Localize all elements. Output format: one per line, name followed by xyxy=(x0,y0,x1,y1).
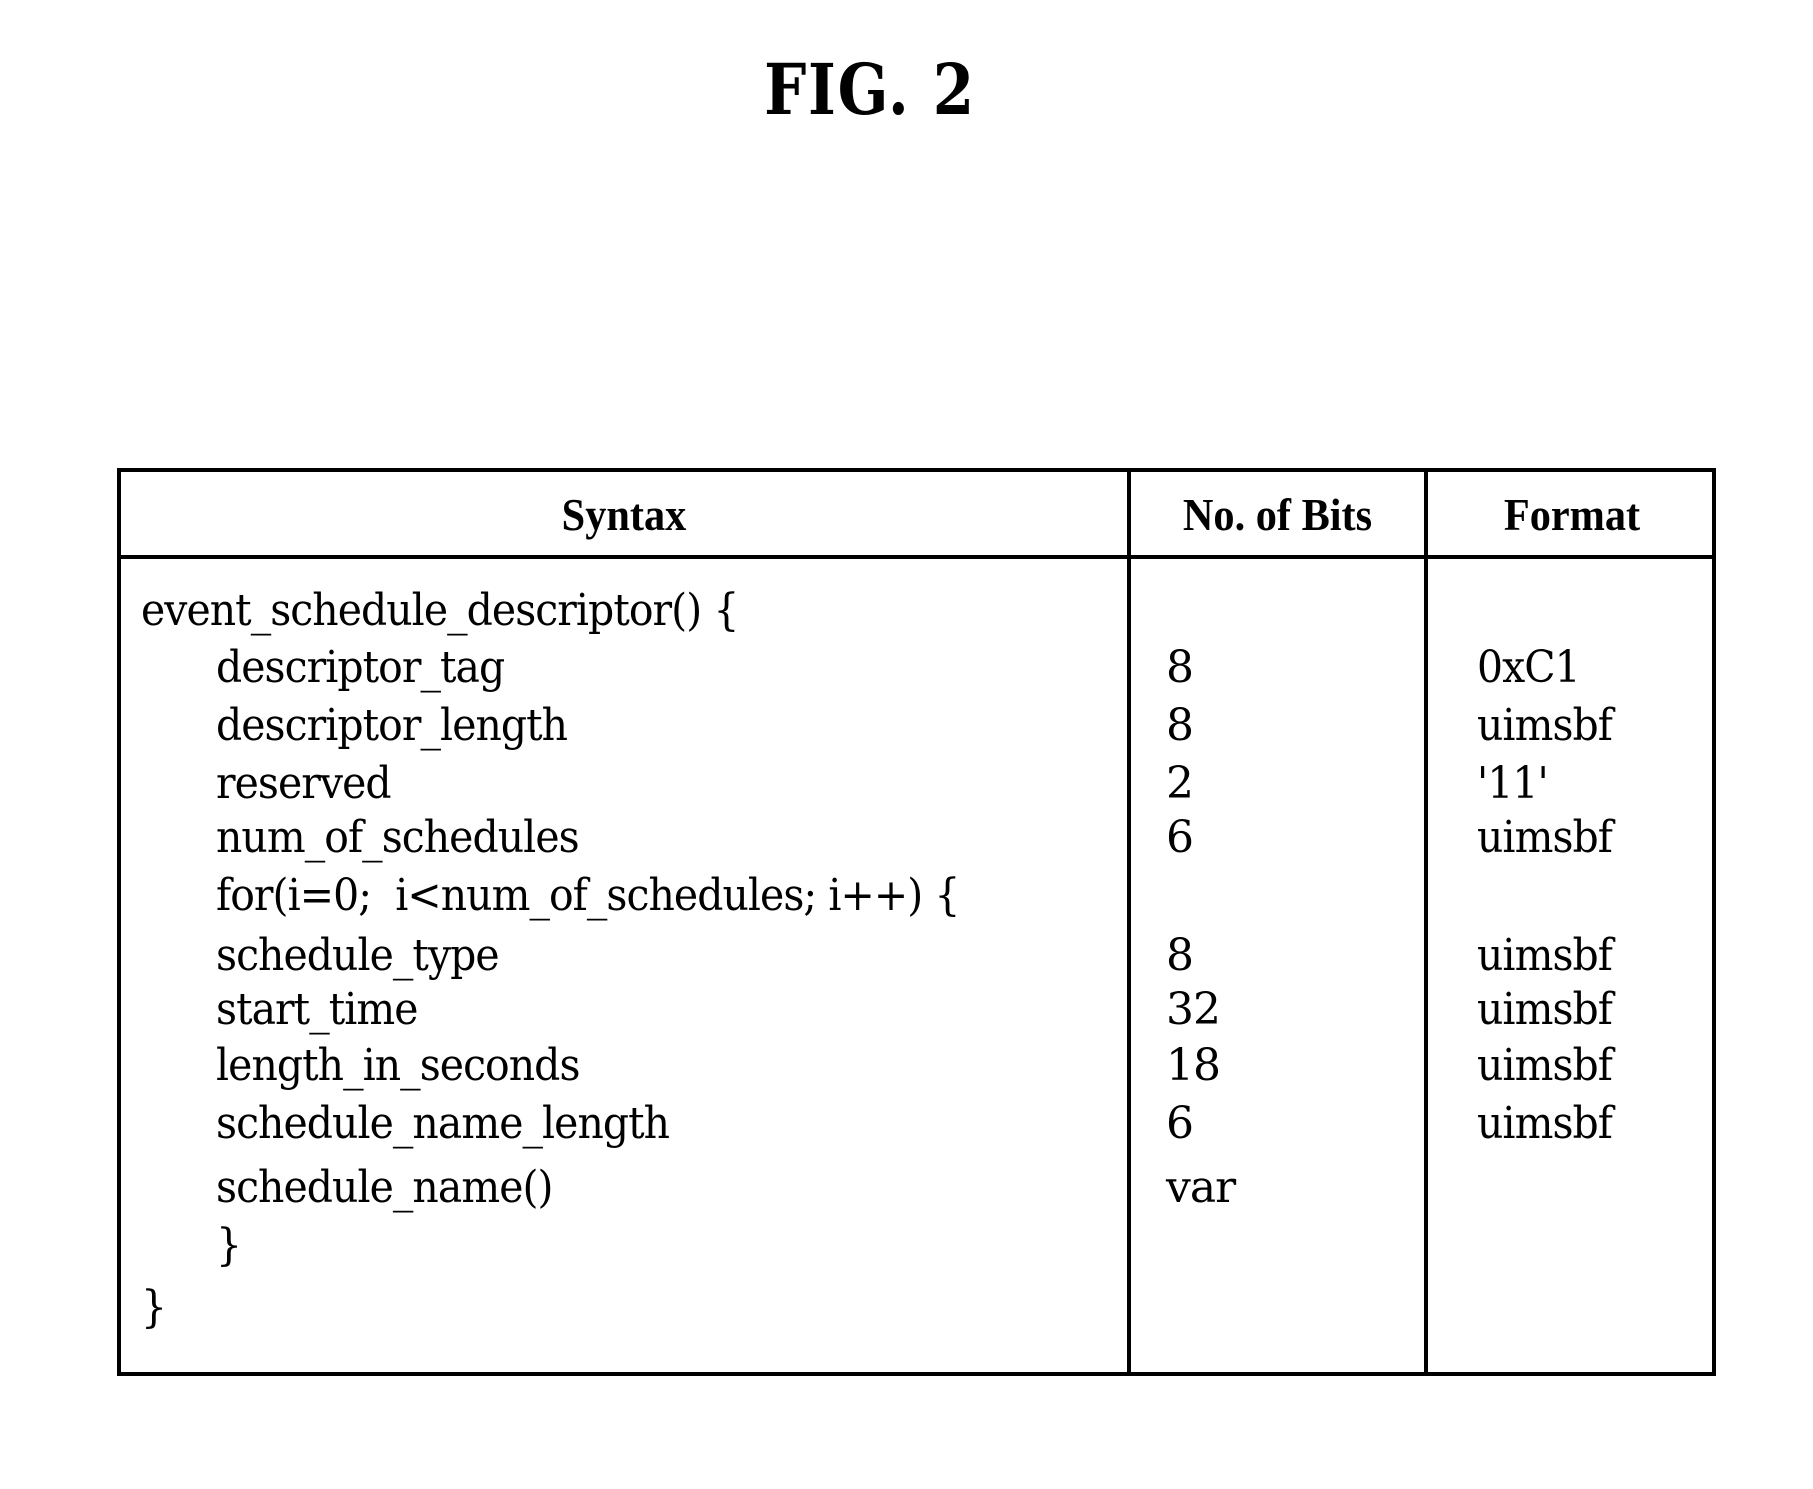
syntax-cell: } xyxy=(141,1282,167,1333)
table-row: for(i=0; i<num_of_schedules; i++) { xyxy=(121,868,1712,924)
bits-cell: 2 xyxy=(1166,758,1194,809)
bits-cell: 32 xyxy=(1166,984,1221,1035)
table-row: descriptor_tag 8 0xC1 xyxy=(121,640,1712,696)
syntax-cell: schedule_name_length xyxy=(216,1098,670,1149)
bits-cell: var xyxy=(1166,1162,1236,1213)
header-format: Format xyxy=(1503,489,1641,540)
bits-cell: 8 xyxy=(1166,930,1194,981)
bits-cell: 6 xyxy=(1166,812,1194,863)
bits-cell: 8 xyxy=(1166,700,1194,751)
header-syntax: Syntax xyxy=(561,489,687,540)
bits-cell: 18 xyxy=(1166,1040,1221,1091)
figure-title: FIG. 2 xyxy=(764,48,976,131)
format-cell: uimsbf xyxy=(1477,812,1613,863)
format-cell: uimsbf xyxy=(1477,930,1613,981)
table-row: length_in_seconds 18 uimsbf xyxy=(121,1038,1712,1094)
format-cell: uimsbf xyxy=(1477,984,1613,1035)
format-cell: 0xC1 xyxy=(1477,642,1581,693)
syntax-cell: start_time xyxy=(216,984,418,1035)
syntax-cell: schedule_name() xyxy=(216,1162,553,1213)
table-row: } xyxy=(121,1280,1712,1336)
syntax-cell: num_of_schedules xyxy=(216,812,580,863)
format-cell: uimsbf xyxy=(1477,1098,1613,1149)
table-row: start_time 32 uimsbf xyxy=(121,982,1712,1038)
syntax-cell: for(i=0; i<num_of_schedules; i++) { xyxy=(216,870,960,921)
header-divider xyxy=(121,555,1712,559)
syntax-cell: } xyxy=(216,1220,242,1271)
header-no-of-bits: No. of Bits xyxy=(1182,489,1373,540)
syntax-cell: schedule_type xyxy=(216,930,500,981)
format-cell: uimsbf xyxy=(1477,700,1613,751)
syntax-table: Syntax No. of Bits Format event_schedule… xyxy=(117,468,1716,1376)
syntax-cell: event_schedule_descriptor() { xyxy=(141,585,739,636)
table-row: reserved 2 '11' xyxy=(121,756,1712,812)
table-row: } xyxy=(121,1218,1712,1274)
table-row: descriptor_length 8 uimsbf xyxy=(121,698,1712,754)
syntax-cell: descriptor_tag xyxy=(216,642,505,693)
format-cell: '11' xyxy=(1477,758,1549,809)
table-row: schedule_type 8 uimsbf xyxy=(121,928,1712,984)
syntax-cell: length_in_seconds xyxy=(216,1040,580,1091)
table-row: num_of_schedules 6 uimsbf xyxy=(121,810,1712,866)
table-row: event_schedule_descriptor() { xyxy=(121,583,1712,639)
bits-cell: 8 xyxy=(1166,642,1194,693)
bits-cell: 6 xyxy=(1166,1098,1194,1149)
syntax-cell: descriptor_length xyxy=(216,700,568,751)
table-row: schedule_name() var xyxy=(121,1160,1712,1216)
format-cell: uimsbf xyxy=(1477,1040,1613,1091)
table-row: schedule_name_length 6 uimsbf xyxy=(121,1096,1712,1152)
syntax-cell: reserved xyxy=(216,758,392,809)
